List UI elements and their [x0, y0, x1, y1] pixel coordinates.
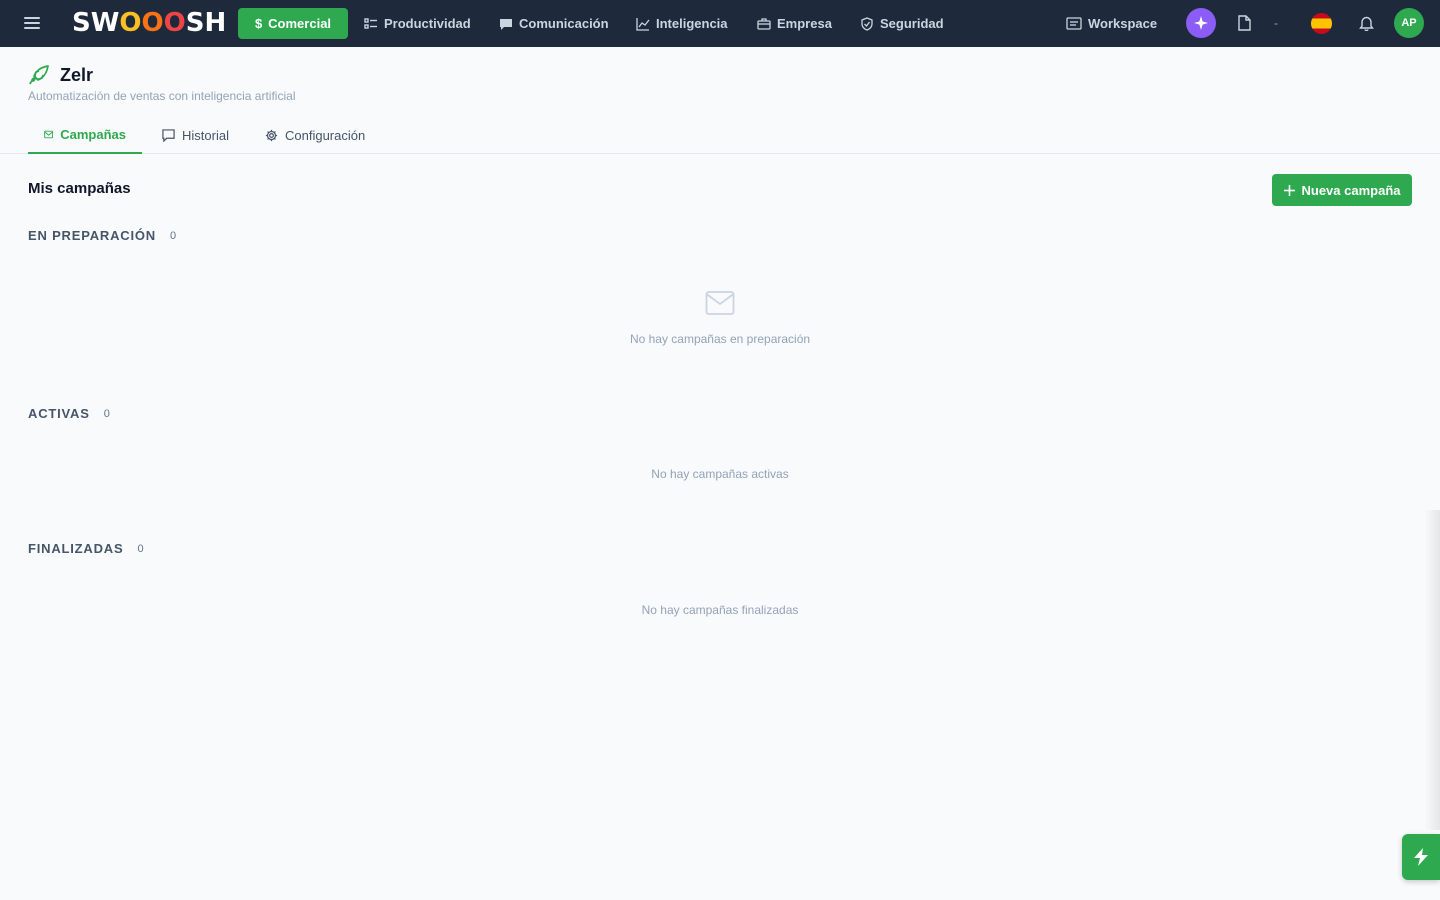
workspace-button[interactable]: Workspace — [1058, 8, 1165, 39]
app-logo[interactable]: SWOOOSH — [72, 6, 226, 40]
tab-bar: Campañas Historial Configuración — [0, 116, 1440, 154]
group-count-badge: 0 — [137, 542, 144, 555]
empty-state-activas: No hay campañas activas — [651, 467, 789, 481]
ai-assistant-button[interactable] — [1186, 8, 1216, 38]
group-finalizadas-title: FINALIZADAS 0 — [28, 541, 144, 556]
section-title: Mis campañas — [28, 180, 131, 197]
message-icon — [162, 128, 175, 142]
dollar-icon: $ — [254, 16, 263, 31]
quick-action-button[interactable] — [1402, 834, 1440, 880]
shield-icon — [861, 16, 873, 31]
empty-state-finalizadas: No hay campañas finalizadas — [641, 603, 799, 617]
user-avatar[interactable]: AP — [1394, 8, 1424, 38]
checklist-icon — [364, 17, 377, 29]
group-en-preparacion-title: EN PREPARACIÓN 0 — [28, 228, 177, 243]
language-flag-icon[interactable] — [1311, 13, 1332, 34]
app-subtitle: Automatización de ventas con inteligenci… — [28, 89, 296, 103]
tab-campanas[interactable]: Campañas — [28, 116, 142, 154]
new-campaign-button[interactable]: Nueva campaña — [1272, 174, 1412, 206]
nav-empresa[interactable]: Empresa — [749, 8, 840, 39]
chat-icon — [500, 18, 512, 30]
document-dropdown[interactable]: - — [1270, 14, 1282, 32]
app-header: Zelr — [28, 63, 93, 87]
tab-historial[interactable]: Historial — [146, 116, 245, 154]
nav-comunicacion[interactable]: Comunicación — [491, 8, 617, 39]
sparkle-icon — [1194, 16, 1208, 30]
group-count-badge: 0 — [103, 407, 110, 420]
document-button[interactable] — [1235, 14, 1253, 32]
nav-productividad[interactable]: Productividad — [356, 8, 479, 39]
nav-seguridad[interactable]: Seguridad — [852, 8, 952, 39]
notifications-button[interactable] — [1357, 14, 1375, 32]
tab-configuracion[interactable]: Configuración — [249, 116, 381, 154]
workspace-icon — [1066, 16, 1082, 30]
plus-icon — [1283, 184, 1295, 196]
gear-icon — [265, 129, 278, 141]
bell-icon — [1358, 16, 1374, 31]
group-activas-title: ACTIVAS 0 — [28, 406, 110, 421]
side-panel-edge — [1424, 510, 1440, 830]
nav-inteligencia[interactable]: Inteligencia — [628, 8, 736, 39]
nav-comercial[interactable]: $ Comercial — [238, 8, 348, 39]
group-count-badge: 0 — [169, 229, 177, 242]
top-navigation-bar: SWOOOSH $ Comercial Productividad Comuni… — [0, 0, 1440, 47]
lightning-icon — [1414, 848, 1428, 866]
briefcase-icon — [757, 17, 771, 30]
menu-icon[interactable] — [22, 15, 42, 31]
chart-icon — [636, 17, 650, 31]
empty-state-preparacion: No hay campañas en preparación — [629, 332, 811, 346]
mail-icon — [705, 291, 735, 315]
document-icon — [1238, 15, 1251, 31]
mail-icon — [44, 130, 54, 138]
app-title: Zelr — [60, 64, 94, 85]
rocket-icon — [29, 65, 49, 85]
